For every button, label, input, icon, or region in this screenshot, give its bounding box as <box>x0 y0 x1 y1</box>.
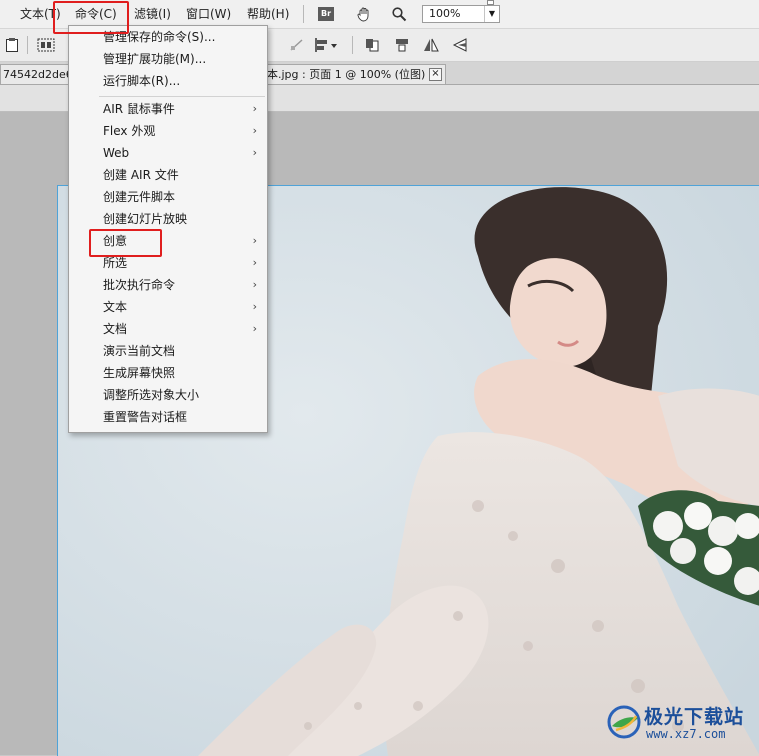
menu-item-label: 调整所选对象大小 <box>103 388 200 402</box>
toolbar-divider <box>27 36 28 54</box>
menu-item-air-mouse-events[interactable]: AIR 鼠标事件 › <box>69 98 267 120</box>
highlight-box-commands-menu <box>53 1 129 34</box>
chevron-right-icon: › <box>252 278 257 291</box>
bring-forward-button[interactable] <box>362 36 382 54</box>
flip-horizontal-button[interactable] <box>421 36 441 54</box>
menu-item-label: 重置警告对话框 <box>103 410 188 424</box>
menu-item-label: 生成屏幕快照 <box>103 366 176 380</box>
menu-item-label: 所选 <box>103 256 128 270</box>
menu-item-label: 创建元件脚本 <box>103 190 176 204</box>
bring-forward-icon <box>366 39 379 52</box>
menu-help[interactable]: 帮助(H) <box>247 6 289 22</box>
zoom-level-select[interactable]: 100% ▼ <box>422 5 500 23</box>
window-corner-icon <box>487 0 494 5</box>
chevron-right-icon: › <box>252 300 257 313</box>
rotate-button[interactable] <box>287 36 307 54</box>
chevron-right-icon: › <box>252 102 257 115</box>
chevron-right-icon: › <box>252 124 257 137</box>
document-tab[interactable]: 74542d2de6d <box>0 64 70 84</box>
zoom-level-value: 100% <box>429 7 461 20</box>
menu-item-screenshot[interactable]: 生成屏幕快照 <box>69 362 267 384</box>
menu-item-label: AIR 鼠标事件 <box>103 102 175 116</box>
send-backward-icon <box>396 39 408 52</box>
flip-horizontal-icon <box>424 38 439 52</box>
menu-item-reset-warnings[interactable]: 重置警告对话框 <box>69 406 267 428</box>
menu-filters[interactable]: 滤镜(I) <box>134 6 171 22</box>
send-backward-button[interactable] <box>392 36 412 54</box>
document-tab-active[interactable]: 本.jpg : 页面 1 @ 100% (位图) × <box>262 64 446 84</box>
flip-vertical-icon <box>452 38 467 52</box>
menu-item-label: 文档 <box>103 322 128 336</box>
rotate-icon <box>290 39 303 51</box>
menu-item-create-symbol-script[interactable]: 创建元件脚本 <box>69 186 267 208</box>
menu-item-text[interactable]: 文本 › <box>69 296 267 318</box>
menu-item-resize-selection[interactable]: 调整所选对象大小 <box>69 384 267 406</box>
paste-button[interactable] <box>2 36 22 54</box>
menu-item-label: Flex 外观 <box>103 124 156 138</box>
flip-vertical-button[interactable] <box>450 36 470 54</box>
align-left-icon <box>315 38 337 52</box>
menu-item-label: 批次执行命令 <box>103 278 176 292</box>
menubar-divider <box>303 5 304 23</box>
menu-item-document[interactable]: 文档 › <box>69 318 267 340</box>
bridge-icon: Br <box>318 7 334 21</box>
hand-tool-button[interactable] <box>354 5 374 23</box>
chevron-right-icon: › <box>252 146 257 159</box>
clipboard-icon <box>6 38 18 52</box>
watermark-url: www.xz7.com <box>646 727 726 741</box>
menu-item-create-air-file[interactable]: 创建 AIR 文件 <box>69 164 267 186</box>
menu-item-label: 文本 <box>103 300 128 314</box>
close-icon[interactable]: × <box>429 68 442 81</box>
chevron-right-icon: › <box>252 234 257 247</box>
menu-item-label: Web <box>103 146 130 160</box>
zoom-tool-button[interactable] <box>389 5 409 23</box>
menu-item-label: 演示当前文档 <box>103 344 176 358</box>
hand-icon <box>357 7 369 22</box>
menu-item-create-slideshow[interactable]: 创建幻灯片放映 <box>69 208 267 230</box>
menu-item-batch-process[interactable]: 批次执行命令 › <box>69 274 267 296</box>
menu-item-flex-skin[interactable]: Flex 外观 › <box>69 120 267 142</box>
watermark-text: 极光下载站 <box>644 706 745 728</box>
tab-title: 本.jpg : 页面 1 @ 100% (位图) <box>267 68 426 81</box>
chevron-right-icon: › <box>252 256 257 269</box>
menu-window[interactable]: 窗口(W) <box>186 6 231 22</box>
group-icon <box>37 38 55 52</box>
menu-item-label: 运行脚本(R)... <box>103 74 181 88</box>
menu-item-run-script[interactable]: 运行脚本(R)... <box>69 70 267 92</box>
menu-item-manage-extensions[interactable]: 管理扩展功能(M)... <box>69 48 267 70</box>
highlight-box-creative-item <box>89 229 162 257</box>
watermark-logo-icon <box>607 705 641 739</box>
tab-title: 74542d2de6d <box>3 68 69 81</box>
magnifier-icon <box>392 7 407 22</box>
bridge-button[interactable]: Br <box>316 5 336 23</box>
align-dropdown[interactable] <box>311 36 341 54</box>
menu-item-label: 创建幻灯片放映 <box>103 212 188 226</box>
group-button[interactable] <box>36 36 56 54</box>
menu-item-present-document[interactable]: 演示当前文档 <box>69 340 267 362</box>
menu-separator <box>99 96 265 97</box>
menu-item-label: 创建 AIR 文件 <box>103 168 179 182</box>
menu-item-label: 管理扩展功能(M)... <box>103 52 207 66</box>
watermark: 极光下载站 www.xz7.com <box>606 700 756 744</box>
menu-item-web[interactable]: Web › <box>69 142 267 164</box>
chevron-down-icon[interactable]: ▼ <box>484 6 499 22</box>
chevron-right-icon: › <box>252 322 257 335</box>
toolbar-divider <box>352 36 353 54</box>
